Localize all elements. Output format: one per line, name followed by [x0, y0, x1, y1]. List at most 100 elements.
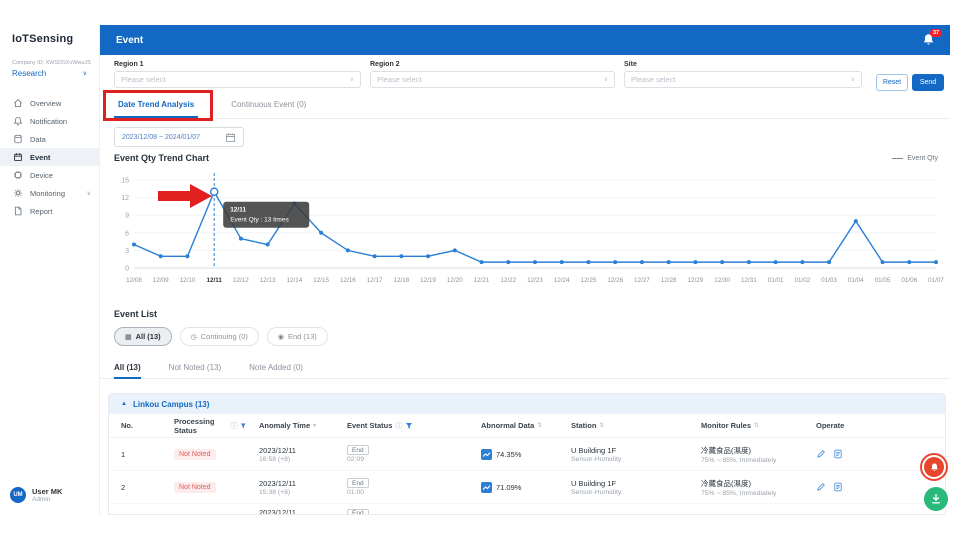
chevron-down-icon: ∨ — [604, 76, 608, 83]
chart-header: Event Qty Trend Chart Event Qty — [114, 153, 938, 163]
sidebar-item-label: Report — [30, 207, 53, 216]
cell-operate — [804, 482, 945, 492]
dot-circle-icon: ◉ — [278, 333, 284, 341]
note-document-icon[interactable] — [833, 449, 843, 459]
sort-desc-icon[interactable]: ▾ — [313, 422, 316, 429]
chart-legend[interactable]: Event Qty — [892, 155, 938, 162]
legend-label: Event Qty — [907, 155, 938, 162]
alert-fab-button[interactable] — [920, 453, 948, 481]
tab-not-noted[interactable]: Not Noted (13) — [169, 357, 221, 378]
filter-bar: Region 1 Please select ∨ Region 2 Please… — [100, 55, 950, 91]
sidebar-item-label: Event — [30, 153, 50, 162]
svg-text:12/11: 12/11 — [206, 277, 222, 284]
note-document-icon[interactable] — [833, 482, 843, 492]
svg-text:12/29: 12/29 — [688, 277, 704, 284]
cell-anomaly-time: 2023/12/11 15:38 (+8) — [247, 479, 335, 496]
sidebar-item-overview[interactable]: Overview — [0, 94, 99, 112]
tab-all[interactable]: All (13) — [114, 357, 141, 378]
edit-pencil-icon[interactable] — [816, 449, 826, 459]
svg-text:Event Qty : 13 times: Event Qty : 13 times — [230, 217, 289, 224]
cell-abnormal-data — [469, 504, 559, 508]
table-row[interactable]: 2 Not Noted 2023/12/11 15:38 (+8) End 01… — [109, 471, 945, 504]
sidebar-item-device[interactable]: Device — [0, 166, 99, 184]
date-range-picker[interactable]: 2023/12/08 ~ 2024/01/07 — [114, 127, 244, 147]
cell-station — [559, 504, 689, 509]
table-row[interactable]: 1 Not Noted 2023/12/11 16:58 (+8) End 02… — [109, 438, 945, 471]
tab-continuous-event[interactable]: Continuous Event (0) — [213, 91, 324, 118]
reset-button[interactable]: Reset — [876, 74, 908, 91]
svg-text:12/25: 12/25 — [581, 277, 597, 284]
download-icon — [930, 493, 942, 505]
cell-operate — [804, 504, 945, 508]
sidebar: IoTSensing Company ID: XWSDSXxWwuJS Rese… — [0, 25, 100, 515]
svg-text:12/17: 12/17 — [367, 277, 383, 284]
svg-text:01/04: 01/04 — [848, 277, 864, 284]
legend-line-icon — [892, 158, 903, 159]
edit-pencil-icon[interactable] — [816, 482, 826, 492]
abnormal-data: 74.35% — [481, 449, 559, 460]
tab-date-trend-analysis[interactable]: Date Trend Analysis — [100, 91, 212, 118]
cell-station: U Building 1F Sensor-Humidity — [559, 446, 689, 463]
workspace-selector[interactable]: Research ∨ — [0, 66, 99, 78]
download-fab-button[interactable] — [924, 487, 948, 511]
sort-icon[interactable]: ⇅ — [599, 422, 604, 429]
sidebar-item-event[interactable]: Event — [0, 148, 99, 166]
cell-anomaly-time: 2023/12/11 16:58 (+8) — [247, 446, 335, 463]
svg-text:12/16: 12/16 — [340, 277, 356, 284]
tab-note-added[interactable]: Note Added (0) — [249, 357, 303, 378]
station-sensor: Sensor-Humidity — [571, 456, 689, 463]
pill-end[interactable]: ◉ End (13) — [267, 327, 328, 346]
col-processing-status: Processing Status — [174, 417, 227, 435]
col-event-status: Event Status — [347, 421, 392, 430]
sidebar-item-label: Notification — [30, 117, 67, 126]
pill-all[interactable]: ▦ All (13) — [114, 327, 172, 346]
info-icon[interactable]: ⓘ — [230, 421, 237, 431]
view-tabs: Date Trend Analysis Continuous Event (0) — [100, 91, 950, 119]
site-select[interactable]: Please select ∨ — [624, 71, 862, 88]
region2-select[interactable]: Please select ∨ — [370, 71, 615, 88]
svg-text:12/09: 12/09 — [153, 277, 169, 284]
pill-label: All (13) — [136, 332, 161, 341]
site-placeholder: Please select — [631, 75, 676, 84]
sidebar-item-label: Data — [30, 135, 46, 144]
col-monitor-rules: Monitor Rules — [701, 421, 751, 430]
col-station: Station — [571, 421, 596, 430]
sidebar-menu: Overview Notification Data Event Device … — [0, 94, 99, 220]
svg-text:01/01: 01/01 — [768, 277, 784, 284]
database-icon — [13, 134, 23, 144]
user-profile[interactable]: UM User MK Admin — [10, 487, 62, 503]
sidebar-item-report[interactable]: Report — [0, 202, 99, 220]
svg-text:12/11: 12/11 — [230, 207, 246, 214]
alarm-bell-icon — [929, 462, 940, 473]
sidebar-item-notification[interactable]: Notification — [0, 112, 99, 130]
svg-text:01/06: 01/06 — [901, 277, 917, 284]
processing-status-badge: Not Noted — [174, 482, 216, 493]
sidebar-item-data[interactable]: Data — [0, 130, 99, 148]
station-name: U Building 1F — [571, 479, 689, 488]
cell-processing-status — [162, 504, 247, 508]
app-window: IoTSensing Company ID: XWSDSXxWwuJS Rese… — [0, 0, 960, 540]
pill-continuing[interactable]: ◷ Continuing (0) — [180, 327, 259, 346]
sidebar-item-monitoring[interactable]: Monitoring ∨ — [0, 184, 99, 202]
svg-text:12/27: 12/27 — [634, 277, 650, 284]
rule-detail: 75% ~ 85%, Immediately — [701, 457, 804, 464]
svg-text:12/08: 12/08 — [126, 277, 142, 284]
svg-text:12: 12 — [121, 195, 129, 202]
svg-text:12/23: 12/23 — [527, 277, 543, 284]
event-table-card: ▲ Linkou Campus (13) No. Processing Stat… — [108, 393, 946, 515]
send-button[interactable]: Send — [912, 74, 944, 91]
sort-icon[interactable]: ⇅ — [754, 422, 759, 429]
col-abnormal-data: Abnormal Data — [481, 421, 534, 430]
trend-chart[interactable]: 0369121512/0812/0912/1012/1112/1212/1312… — [108, 170, 946, 288]
region1-select[interactable]: Please select ∨ — [114, 71, 361, 88]
abnormal-data-icon — [481, 449, 492, 460]
svg-text:9: 9 — [125, 213, 129, 220]
info-icon[interactable]: ⓘ — [395, 421, 402, 431]
table-group-header[interactable]: ▲ Linkou Campus (13) — [109, 394, 945, 414]
filter-funnel-icon[interactable] — [405, 422, 413, 430]
sort-icon[interactable]: ⇅ — [537, 422, 542, 429]
notification-bell-button[interactable]: 37 — [922, 33, 936, 47]
table-row[interactable]: 2023/12/11 End — [109, 504, 945, 515]
event-status-tag: End — [347, 509, 369, 516]
collapse-caret-icon[interactable]: ▲ — [121, 401, 127, 407]
